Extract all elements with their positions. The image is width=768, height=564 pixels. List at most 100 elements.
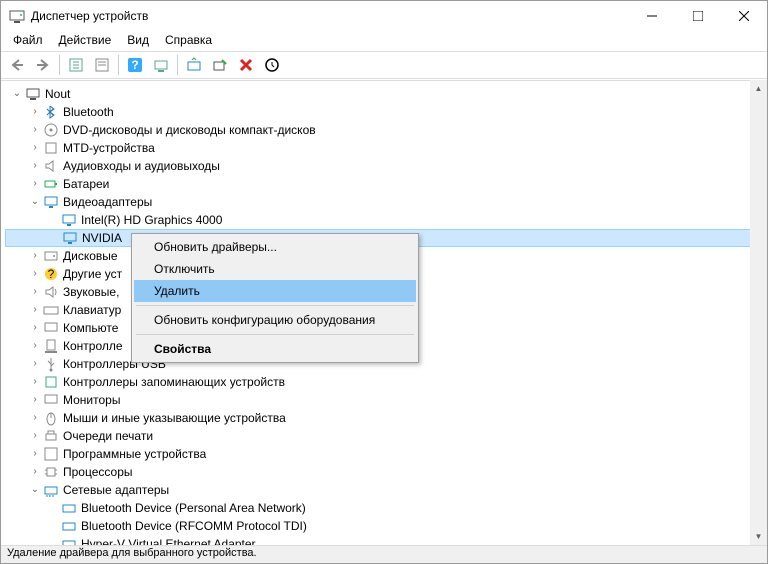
tree-item[interactable]: ›DVD-дисководы и дисководы компакт-диско… (5, 121, 767, 139)
network-icon (43, 482, 59, 498)
expand-icon[interactable]: › (27, 122, 43, 138)
show-hidden-button[interactable] (64, 53, 88, 77)
ctx-properties[interactable]: Свойства (134, 338, 416, 360)
ctx-delete[interactable]: Удалить (134, 280, 416, 302)
scroll-down-button[interactable]: ▼ (750, 528, 767, 545)
expand-icon[interactable]: › (27, 356, 43, 372)
properties-button[interactable] (90, 53, 114, 77)
cpu-icon (43, 464, 59, 480)
tree-item-video[interactable]: ⌄Видеоадаптеры (5, 193, 767, 211)
network-icon (61, 536, 77, 545)
expand-icon[interactable]: › (27, 158, 43, 174)
tree-item[interactable]: ›Батареи (5, 175, 767, 193)
expand-icon[interactable]: › (27, 446, 43, 462)
expand-icon[interactable]: › (27, 248, 43, 264)
tree-item[interactable]: ›MTD-устройства (5, 139, 767, 157)
close-button[interactable] (721, 1, 767, 31)
back-button[interactable] (5, 53, 29, 77)
expand-icon[interactable]: › (27, 374, 43, 390)
expand-icon[interactable]: › (27, 338, 43, 354)
tree-item[interactable]: ›Bluetooth (5, 103, 767, 121)
monitor-icon (43, 392, 59, 408)
keyboard-icon (43, 302, 59, 318)
bluetooth-icon (43, 104, 59, 120)
printer-icon (43, 428, 59, 444)
vertical-scrollbar[interactable]: ▲ ▼ (750, 80, 767, 545)
tree-root[interactable]: ⌄Nout (5, 85, 767, 103)
svg-text:?: ? (131, 58, 138, 72)
minimize-button[interactable] (629, 1, 675, 31)
chip-icon (43, 140, 59, 156)
tree-item[interactable]: ›Мониторы (5, 391, 767, 409)
status-bar: Удаление драйвера для выбранного устройс… (1, 545, 767, 563)
ctx-disable[interactable]: Отключить (134, 258, 416, 280)
window-title: Диспетчер устройств (31, 9, 629, 23)
disc-icon (43, 122, 59, 138)
help-button[interactable]: ? (123, 53, 147, 77)
software-icon (43, 446, 59, 462)
svg-text:?: ? (48, 267, 55, 281)
expand-icon[interactable]: › (27, 428, 43, 444)
update-driver-button[interactable] (182, 53, 206, 77)
expand-icon[interactable]: › (27, 410, 43, 426)
uninstall-button[interactable] (234, 53, 258, 77)
ctx-update-drivers[interactable]: Обновить драйверы... (134, 236, 416, 258)
expand-icon[interactable]: › (27, 320, 43, 336)
disk-icon (43, 248, 59, 264)
tree-item[interactable]: Intel(R) HD Graphics 4000 (5, 211, 767, 229)
tree-item[interactable]: ›Программные устройства (5, 445, 767, 463)
expand-icon[interactable]: › (27, 284, 43, 300)
scan-button[interactable] (149, 53, 173, 77)
tree-item[interactable]: ›Очереди печати (5, 427, 767, 445)
tree-item[interactable]: ›Аудиовходы и аудиовыходы (5, 157, 767, 175)
unknown-icon: ? (43, 266, 59, 282)
menu-help[interactable]: Справка (157, 31, 220, 51)
tree-item[interactable]: ›Контроллеры запоминающих устройств (5, 373, 767, 391)
display-icon (62, 230, 78, 246)
usb-icon (43, 356, 59, 372)
network-icon (61, 500, 77, 516)
maximize-button[interactable] (675, 1, 721, 31)
toolbar: ? (1, 51, 767, 79)
audio-icon (43, 158, 59, 174)
tree-item[interactable]: ›Процессоры (5, 463, 767, 481)
separator (136, 305, 414, 306)
ctx-scan[interactable]: Обновить конфигурацию оборудования (134, 309, 416, 331)
expand-icon[interactable]: › (27, 392, 43, 408)
expand-icon[interactable]: › (27, 464, 43, 480)
collapse-icon[interactable]: ⌄ (27, 194, 43, 210)
expand-icon[interactable]: › (27, 266, 43, 282)
controller-icon (43, 338, 59, 354)
tree-item[interactable]: Hyper-V Virtual Ethernet Adapter (5, 535, 767, 545)
menu-file[interactable]: Файл (5, 31, 51, 51)
separator (136, 334, 414, 335)
tree-item[interactable]: Bluetooth Device (Personal Area Network) (5, 499, 767, 517)
menubar: Файл Действие Вид Справка (1, 31, 767, 51)
expand-icon[interactable]: › (27, 140, 43, 156)
forward-button[interactable] (31, 53, 55, 77)
expand-icon[interactable]: › (27, 176, 43, 192)
refresh-button[interactable] (260, 53, 284, 77)
expand-icon[interactable]: › (27, 302, 43, 318)
display-icon (61, 212, 77, 228)
mouse-icon (43, 410, 59, 426)
scroll-up-button[interactable]: ▲ (750, 80, 767, 97)
battery-icon (43, 176, 59, 192)
app-icon (9, 8, 25, 24)
collapse-icon[interactable]: ⌄ (27, 482, 43, 498)
speaker-icon (43, 284, 59, 300)
tree-item[interactable]: ›Мыши и иные указывающие устройства (5, 409, 767, 427)
titlebar: Диспетчер устройств (1, 1, 767, 31)
tree-item[interactable]: Bluetooth Device (RFCOMM Protocol TDI) (5, 517, 767, 535)
menu-view[interactable]: Вид (119, 31, 157, 51)
expand-icon[interactable]: › (27, 104, 43, 120)
storage-icon (43, 374, 59, 390)
tree-item-network[interactable]: ⌄Сетевые адаптеры (5, 481, 767, 499)
menu-action[interactable]: Действие (51, 31, 120, 51)
disable-button[interactable] (208, 53, 232, 77)
display-icon (43, 194, 59, 210)
computer-icon (43, 320, 59, 336)
context-menu: Обновить драйверы... Отключить Удалить О… (131, 233, 419, 363)
collapse-icon[interactable]: ⌄ (9, 86, 25, 102)
computer-icon (25, 86, 41, 102)
